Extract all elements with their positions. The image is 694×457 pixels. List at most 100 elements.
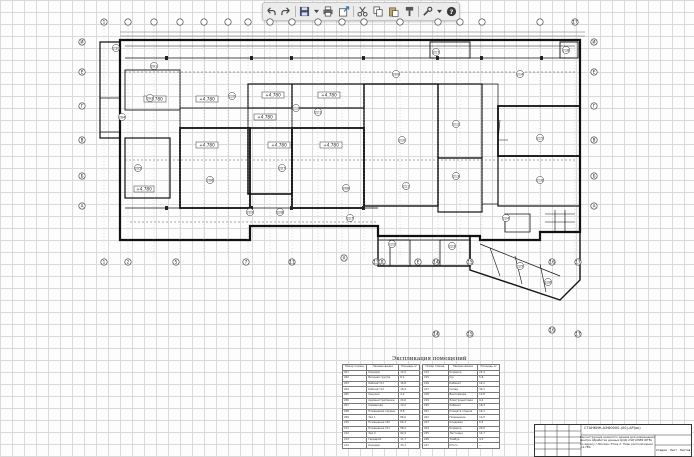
axis-marker-number: 11: [288, 258, 296, 266]
title-block-description: Реконструкция нежилого здания для размещ…: [580, 435, 655, 450]
legend-header-cell: Номер помещ.: [422, 364, 449, 371]
axis-marker-number: [200, 18, 208, 26]
axis-marker-number: 15: [466, 258, 474, 266]
axis-marker-number: [396, 18, 404, 26]
svg-text:+4.780: +4.780: [265, 93, 281, 98]
svg-text:Е: Е: [81, 70, 84, 75]
axis-marker-number: 17: [574, 330, 582, 338]
legend-cell: Помещение охраны: [366, 408, 400, 416]
axis-marker-number: 17: [571, 18, 579, 26]
svg-text:16: 16: [549, 260, 555, 265]
axis-marker-letter: Г: [590, 102, 598, 110]
svg-text:1: 1: [103, 20, 106, 25]
svg-text:215: 215: [537, 137, 543, 141]
svg-text:218: 218: [563, 49, 569, 53]
legend-cell: Административное: [366, 397, 400, 405]
axis-marker-letter: Б: [590, 172, 598, 180]
legend-cell: Коридор: [366, 442, 400, 449]
room-number: 203: [146, 94, 154, 102]
svg-text:226: 226: [545, 281, 551, 285]
svg-text:225: 225: [517, 265, 523, 269]
svg-text:206: 206: [207, 179, 213, 183]
axis-marker-number: [434, 18, 442, 26]
svg-text:208: 208: [343, 187, 349, 191]
room-number: 207: [278, 164, 286, 172]
axis-marker-letter: Г: [78, 102, 86, 110]
axis-marker-letter: Е: [590, 68, 598, 76]
legend-title: Экспликация помещений: [392, 356, 467, 362]
room-number: 222: [388, 240, 396, 248]
svg-text:216: 216: [537, 179, 543, 183]
room-number: 215: [536, 134, 544, 142]
room-number: 227: [346, 214, 354, 222]
axis-marker-number: [478, 18, 486, 26]
svg-text:В: В: [593, 138, 596, 143]
axis-marker-letter: Е: [414, 258, 422, 266]
axis-marker-letter: А: [590, 202, 598, 210]
level-mark: +4.780: [133, 185, 155, 193]
axis-marker-letter: И: [590, 38, 598, 46]
axis-marker-number: [536, 18, 544, 26]
axis-marker-number: [266, 18, 274, 26]
svg-text:В: В: [81, 138, 84, 143]
svg-text:213: 213: [453, 175, 459, 179]
level-mark: +4.780: [319, 141, 343, 149]
svg-text:16: 16: [549, 328, 555, 333]
axis-marker-letter: Е: [78, 68, 86, 76]
room-number: 206: [206, 176, 214, 184]
svg-text:Б: Б: [81, 174, 84, 179]
axis-marker-number: 17: [574, 258, 582, 266]
room-number: 226: [544, 278, 552, 286]
axis-marker-number: 13: [372, 258, 380, 266]
room-number: 228: [276, 208, 284, 216]
legend-cell: 33,1: [398, 442, 420, 449]
svg-text:5: 5: [175, 260, 178, 265]
legend-header-row: Номер помещ. Наименование Площадь м²: [422, 364, 500, 371]
building-outline: [99, 38, 582, 301]
svg-text:14: 14: [433, 260, 439, 265]
svg-text:214: 214: [517, 73, 523, 77]
axis-marker-letter: В: [78, 136, 86, 144]
room-number: 211: [402, 182, 410, 190]
svg-text:11: 11: [289, 260, 295, 265]
axis-marker-number: 5: [172, 258, 180, 266]
room-number: 210: [398, 136, 406, 144]
svg-text:222: 222: [389, 243, 395, 247]
room-number: 223: [448, 242, 456, 250]
svg-text:А: А: [343, 256, 346, 261]
legend-header-row: Номер помещ. Наименование Площадь м²: [341, 364, 420, 371]
svg-text:212: 212: [453, 123, 459, 127]
room-number: 216: [536, 176, 544, 184]
room-number: 205: [134, 164, 142, 172]
svg-text:211: 211: [403, 185, 409, 189]
legend-cell: —: [477, 442, 500, 449]
svg-text:+4.780: +4.780: [136, 187, 152, 192]
axis-marker-letter: И: [78, 38, 86, 46]
svg-text:+4.780: +4.780: [199, 143, 215, 148]
svg-text:+4.780: +4.780: [323, 143, 339, 148]
svg-text:А: А: [593, 204, 596, 209]
legend-row: 227 Итого —: [422, 442, 500, 449]
legend-table-right: Номер помещ. Наименование Площадь м² 214 Кор…: [422, 364, 500, 449]
level-mark: +4.780: [261, 91, 285, 99]
room-number: 201: [150, 62, 158, 70]
axis-marker-number: 16: [548, 258, 556, 266]
legend-header-cell: Номер помещ.: [341, 364, 368, 371]
svg-text:7: 7: [245, 260, 248, 265]
level-mark: +4.780: [317, 91, 341, 99]
stamp-cell-sheet: Лист: [669, 448, 677, 452]
svg-text:230: 230: [113, 47, 119, 51]
svg-text:228: 228: [277, 211, 283, 215]
axis-marker-number: [150, 18, 158, 26]
level-mark: +4.780: [267, 141, 291, 149]
level-mark: +4.780: [195, 95, 219, 103]
level-marks: +4.780 +4.780 +4.780 +4.780 +4.780 +4.780 +4.7…: [133, 91, 343, 193]
stamp-cell-sheets: Листов: [679, 448, 691, 452]
svg-text:224: 224: [503, 217, 509, 221]
svg-text:+4.780: +4.780: [257, 115, 273, 120]
svg-text:+4.780: +4.780: [271, 143, 287, 148]
svg-text:15: 15: [467, 332, 473, 337]
legend-table-left: Номер помещ. Наименование Площадь м² 201 Кор…: [341, 364, 420, 449]
svg-text:13: 13: [373, 260, 379, 265]
legend-cell: 227: [422, 442, 449, 449]
